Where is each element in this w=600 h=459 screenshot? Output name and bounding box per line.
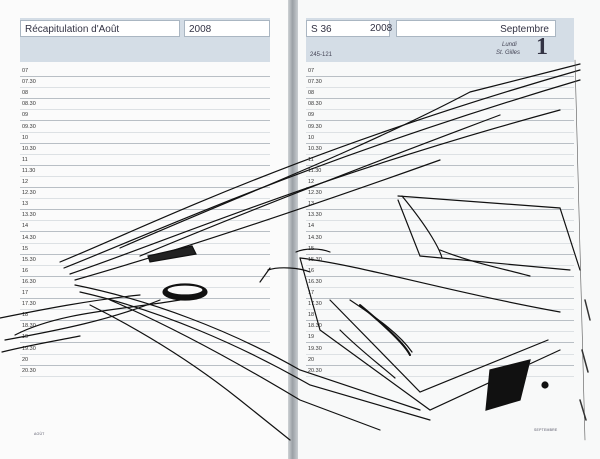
pen-sketch-drawing bbox=[0, 59, 591, 441]
